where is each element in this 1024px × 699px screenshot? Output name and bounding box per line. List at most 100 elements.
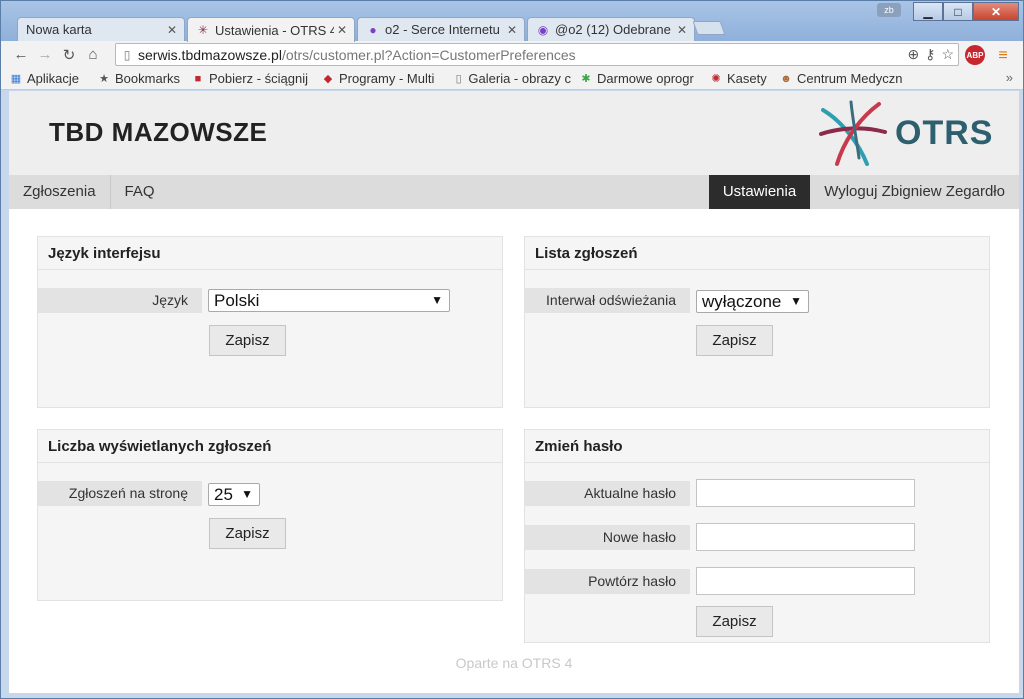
address-bar[interactable]: ▯ serwis.tbdmazowsze.pl/otrs/customer.pl… [115, 43, 959, 66]
dropdown-arrow-icon: ▼ [790, 294, 802, 308]
forward-arrow-icon[interactable]: → [33, 44, 57, 66]
nav-tickets[interactable]: Zgłoszenia [9, 175, 111, 209]
main-nav: Zgłoszenia FAQ Ustawienia Wyloguj Zbigni… [9, 175, 1019, 209]
tickets-per-page-select[interactable]: 25 ▼ [208, 483, 260, 506]
shield-icon: ◆ [323, 73, 333, 85]
refresh-interval-value: wyłączone [702, 292, 782, 311]
dropdown-arrow-icon: ▼ [431, 293, 443, 307]
tab-o2[interactable]: ● o2 - Serce Internetu ✕ [357, 17, 525, 41]
bookmark-apps[interactable]: ▦ Aplikacje [9, 71, 89, 86]
green-star-icon: ✱ [581, 73, 591, 85]
zoom-icon[interactable]: ⊕ [907, 46, 919, 63]
key-icon[interactable]: ⚷ [925, 46, 935, 63]
footer-text: Oparte na OTRS 4 [455, 655, 573, 671]
refresh-interval-label: Interwał odświeżania [525, 288, 690, 313]
ticket-list-panel: Lista zgłoszeń Interwał odświeżania wyłą… [524, 236, 990, 408]
home-icon[interactable]: ⌂ [81, 44, 105, 66]
otrs-logo: OTRS [817, 97, 1007, 169]
window-controls: ▁ □ ✕ [913, 2, 1019, 21]
star-icon[interactable]: ☆ [941, 46, 954, 63]
change-password-panel: Zmień hasło Aktualne hasło Nowe hasło Po… [524, 429, 990, 643]
bookmark-programy[interactable]: ◆ Programy - Multi [321, 71, 445, 86]
otrs-logo-icon [819, 100, 887, 166]
url-path: /otrs/customer.pl?Action=CustomerPrefere… [281, 46, 576, 63]
close-window-button[interactable]: ✕ [973, 2, 1019, 21]
o2-mail-favicon-icon: ◉ [537, 22, 549, 37]
bookmark-label: Darmowe oprogr [597, 71, 694, 86]
bookmark-bookmarks[interactable]: ★ Bookmarks [97, 71, 183, 86]
dobreprogramy-icon: ■ [194, 72, 202, 85]
save-password-button[interactable]: Zapisz [696, 606, 773, 637]
face-icon: ☻ [780, 72, 792, 85]
page-header: TBD MAZOWSZE OTRS [9, 91, 1019, 175]
language-panel: Język interfejsu Język Polski ▼ Zapisz [37, 236, 503, 408]
new-tab-button[interactable] [692, 21, 726, 35]
refresh-interval-select[interactable]: wyłączone ▼ [696, 290, 809, 313]
adblock-icon[interactable]: ABP [965, 45, 985, 65]
tab-settings-otrs[interactable]: ✳ Ustawienia - OTRS 4 ✕ [187, 17, 355, 42]
bookmark-label: Centrum Medyczn [797, 71, 903, 86]
menu-icon[interactable]: ≡ [995, 47, 1011, 65]
bookmark-label: Programy - Multi [339, 71, 435, 86]
tab-close-icon[interactable]: ✕ [674, 23, 690, 37]
browser-window: zb ▁ □ ✕ Nowa karta ✕ ✳ Ustawienia - OTR… [0, 0, 1024, 699]
reel-icon: ✺ [711, 73, 721, 85]
panel-title: Język interfejsu [38, 237, 502, 270]
minimize-button[interactable]: ▁ [913, 2, 943, 21]
bookmark-label: Bookmarks [115, 71, 181, 86]
maximize-button[interactable]: □ [943, 2, 973, 21]
browser-toolbar: ← → ↻ ⌂ ▯ serwis.tbdmazowsze.pl/otrs/cus… [1, 41, 1023, 68]
save-language-button[interactable]: Zapisz [209, 325, 286, 356]
current-password-field[interactable] [696, 479, 915, 507]
nav-right: Ustawienia Wyloguj Zbigniew Zegardło [708, 175, 1019, 209]
otrs-favicon-icon: ✳ [197, 23, 209, 37]
page-icon: ▯ [123, 47, 131, 62]
tab-close-icon[interactable]: ✕ [164, 23, 180, 37]
language-select-value: Polski [214, 291, 260, 310]
back-arrow-icon[interactable]: ← [9, 44, 33, 66]
panel-title: Liczba wyświetlanych zgłoszeń [38, 430, 502, 463]
tickets-per-page-label: Zgłoszeń na stronę [38, 481, 202, 506]
nav-faq[interactable]: FAQ [111, 175, 169, 209]
bookmark-label: Pobierz - ściągnij [209, 71, 308, 86]
language-select[interactable]: Polski ▼ [208, 289, 450, 312]
star-icon: ★ [99, 73, 109, 85]
bookmark-darmowe[interactable]: ✱ Darmowe oprogr [579, 71, 701, 86]
url-tools: ⊕ ⚷ ☆ [907, 46, 954, 63]
tab-close-icon[interactable]: ✕ [334, 23, 350, 37]
tab-title: o2 - Serce Internetu [385, 22, 500, 37]
bookmark-label: Aplikacje [27, 71, 80, 86]
page-icon: ▯ [455, 73, 462, 85]
tickets-per-page-value: 25 [214, 485, 233, 504]
profile-badge[interactable]: zb [877, 3, 901, 17]
repeat-password-label: Powtórz hasło [525, 569, 690, 594]
save-refresh-button[interactable]: Zapisz [696, 325, 773, 356]
tab-close-icon[interactable]: ✕ [504, 23, 520, 37]
bookmarks-overflow-icon[interactable]: » [1006, 70, 1013, 85]
repeat-password-field[interactable] [696, 567, 915, 595]
apps-grid-icon: ▦ [10, 73, 22, 85]
bookmark-galeria[interactable]: ▯ Galeria - obrazy c [453, 71, 571, 86]
tab-o2-mail[interactable]: ◉ @o2 (12) Odebrane ✕ [527, 17, 695, 41]
new-password-field[interactable] [696, 523, 915, 551]
page-content: TBD MAZOWSZE OTRS Zgłoszenia FAQ Ustawie… [9, 91, 1019, 693]
save-tickets-per-page-button[interactable]: Zapisz [209, 518, 286, 549]
reload-icon[interactable]: ↻ [57, 44, 81, 66]
tab-title: Ustawienia - OTRS 4 [215, 22, 334, 38]
otrs-logo-text: OTRS [895, 113, 994, 152]
bookmark-pobierz[interactable]: ■ Pobierz - ściągnij [191, 71, 313, 86]
tab-new[interactable]: Nowa karta ✕ [17, 17, 185, 41]
tab-title: @o2 (12) Odebrane [555, 22, 671, 37]
url-host: serwis.tbdmazowsze.pl [138, 46, 282, 63]
nav-logout[interactable]: Wyloguj Zbigniew Zegardło [810, 175, 1019, 209]
language-label: Język [38, 288, 202, 313]
panel-title: Zmień hasło [525, 430, 989, 463]
nav-settings[interactable]: Ustawienia [708, 175, 811, 209]
bookmark-label: Galeria - obrazy c [468, 71, 571, 86]
bookmark-centrum[interactable]: ☻ Centrum Medyczn [779, 71, 907, 86]
bookmarks-bar: ▦ Aplikacje ★ Bookmarks ■ Pobierz - ścią… [1, 68, 1023, 90]
current-password-label: Aktualne hasło [525, 481, 690, 506]
bookmark-kasety[interactable]: ✺ Kasety [709, 71, 771, 86]
bookmark-label: Kasety [727, 71, 767, 86]
panel-title: Lista zgłoszeń [525, 237, 989, 270]
